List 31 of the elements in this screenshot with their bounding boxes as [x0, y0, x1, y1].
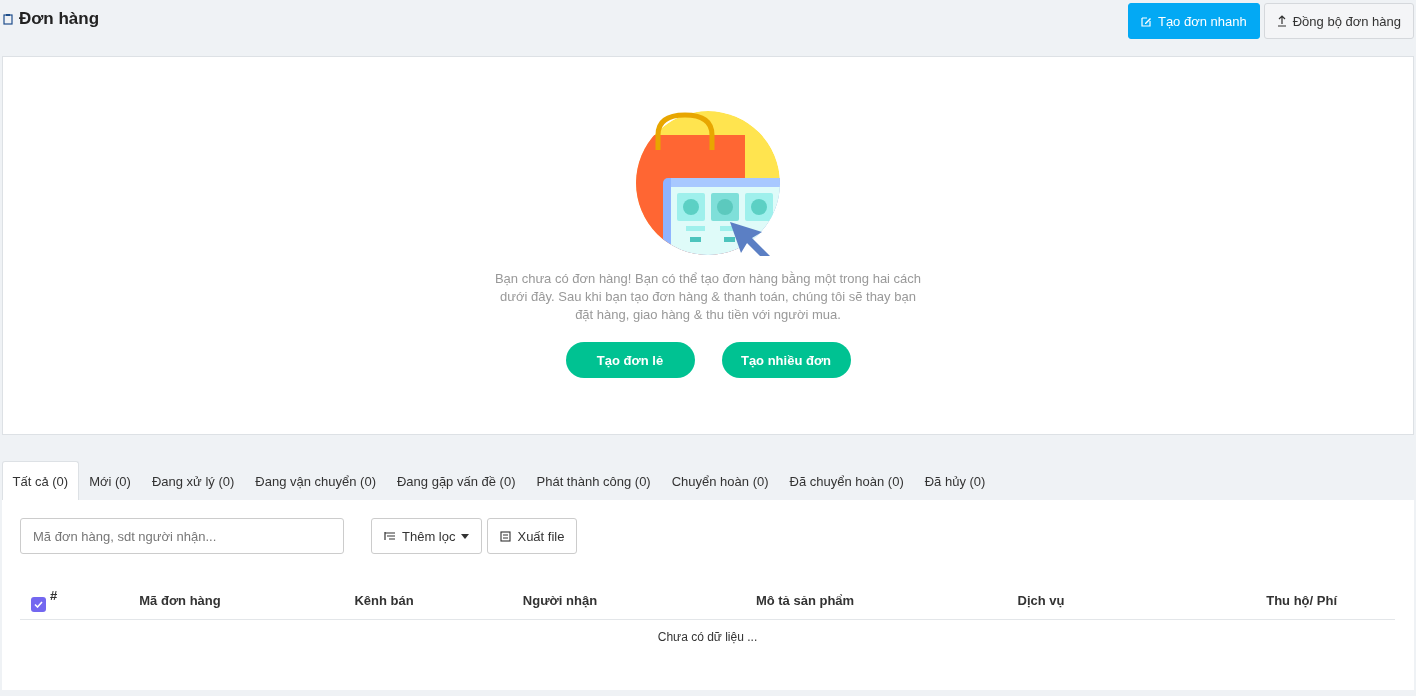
status-tab[interactable]: Đã chuyển hoàn (0): [779, 461, 915, 500]
status-tab[interactable]: Đang gặp vấn đề (0): [386, 461, 526, 500]
status-tab[interactable]: Đang xử lý (0): [141, 461, 245, 500]
edit-icon: [1140, 15, 1152, 27]
column-header: Người nhận: [521, 593, 599, 608]
empty-message: Bạn chưa có đơn hàng! Bạn có thể tạo đơn hàng bằng một trong hai cách dưới đây. Sau khi bạn tạo đơn hàng & thanh toán, chúng tôi sẽ thay bạn đặt hàng, giao hàng & thu tiền với người mua.: [493, 270, 923, 324]
column-header: Kênh bán: [353, 593, 415, 608]
select-all-checkbox[interactable]: [31, 597, 46, 612]
filter-icon: [384, 531, 396, 541]
upload-icon: [1276, 15, 1287, 27]
clipboard-icon: [3, 13, 13, 25]
column-header: #: [50, 588, 59, 603]
check-icon: [34, 601, 43, 608]
status-tab[interactable]: Mới (0): [78, 461, 142, 500]
status-tab[interactable]: Chuyển hoàn (0): [661, 461, 780, 500]
no-data-text: Chưa có dữ liệu ...: [657, 630, 758, 644]
page-title: Đơn hàng: [19, 9, 100, 29]
caret-icon: [461, 533, 470, 539]
column-header: Mô tả sản phẩm: [754, 593, 856, 608]
status-tab[interactable]: Đã hủy (0): [914, 461, 996, 500]
sync-orders-button[interactable]: Đồng bộ đơn hàng: [1263, 3, 1414, 39]
filter-button[interactable]: Thêm lọc: [371, 518, 483, 554]
column-header: Mã đơn hàng: [138, 593, 222, 608]
column-header: Thu hộ/ Phí: [1265, 593, 1339, 608]
export-button[interactable]: Xuất file: [487, 518, 578, 554]
status-tab[interactable]: Đang vận chuyển (0): [244, 461, 387, 500]
file-icon: [500, 530, 512, 542]
column-header: Dịch vụ: [1016, 593, 1066, 608]
search-field[interactable]: Mã đơn hàng, sdt người nhận...: [20, 518, 344, 554]
status-tab[interactable]: Phát thành công (0): [526, 461, 662, 500]
status-tab[interactable]: Tất cả (0): [2, 461, 79, 500]
